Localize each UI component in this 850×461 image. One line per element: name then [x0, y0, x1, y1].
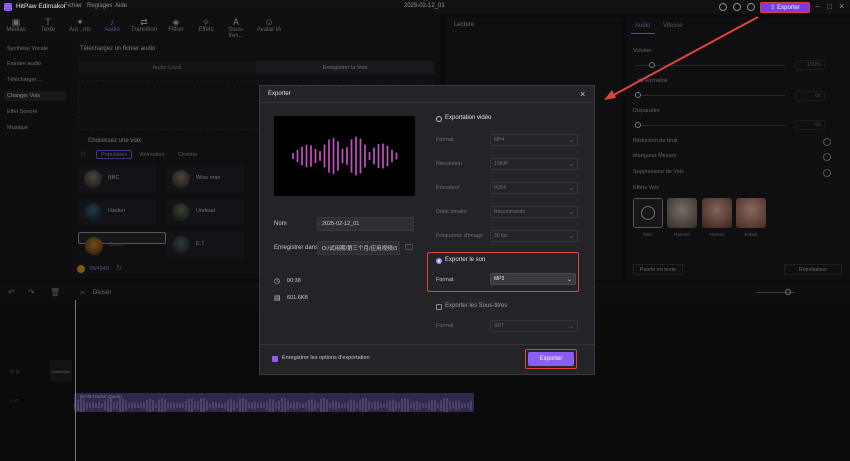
- thumb-wave-bar: [332, 137, 335, 175]
- resolution-label: Résolution: [436, 161, 462, 167]
- thumb-wave-bar: [391, 149, 393, 163]
- thumb-wave-bar: [314, 148, 317, 164]
- chevron-down-icon: ⌄: [568, 162, 574, 168]
- select-value: MP4: [494, 137, 505, 143]
- dialog-export-button[interactable]: Exporter: [528, 352, 574, 366]
- thumb-wave-bar: [368, 152, 371, 160]
- thumb-wave-bar: [350, 139, 353, 173]
- export-top-button[interactable]: ⇪ Exporter: [760, 2, 810, 13]
- thumb-wave-bar: [346, 147, 348, 165]
- thumb-wave-bar: [301, 146, 303, 166]
- chevron-down-icon: ⌄: [566, 277, 572, 283]
- export-thumbnail: [274, 116, 415, 196]
- select-value: MP3: [494, 276, 505, 282]
- menu-fichier[interactable]: Fichier: [64, 3, 82, 9]
- thumb-wave-bar: [292, 153, 294, 159]
- chevron-down-icon: ⌄: [568, 186, 574, 192]
- thumb-wave-bar: [373, 147, 375, 165]
- app-logo: [4, 3, 12, 11]
- minimize-icon[interactable]: −: [815, 2, 820, 11]
- file-size-icon: ▤: [274, 295, 281, 302]
- divider: [260, 102, 594, 103]
- name-input[interactable]: 2025-02-12_01: [317, 217, 414, 231]
- document-title: 2025-02-12_01: [404, 3, 445, 9]
- thumb-wave-bar: [359, 138, 362, 174]
- dialog-close-icon[interactable]: ×: [580, 89, 585, 99]
- duration-value: 00:38: [287, 278, 301, 284]
- resolution-select[interactable]: 1080P ⌄: [490, 158, 578, 170]
- menu-reglages[interactable]: Reglages: [87, 3, 112, 9]
- select-value: Recommandé: [494, 209, 526, 215]
- save-options-label: Enregistrer les options d'exportation: [282, 355, 370, 361]
- sound-wave-graphic: [292, 136, 398, 176]
- thumb-wave-bar: [395, 152, 398, 160]
- export-top-label: Exporter: [777, 4, 800, 11]
- encoder-select[interactable]: H264 ⌄: [490, 182, 578, 194]
- thumb-wave-bar: [377, 143, 380, 169]
- select-value: 30 fps: [494, 233, 508, 239]
- thumb-wave-bar: [328, 139, 330, 173]
- thumb-wave-bar: [386, 145, 389, 167]
- maximize-icon[interactable]: □: [827, 2, 832, 11]
- close-window-icon[interactable]: ×: [839, 1, 844, 11]
- chevron-down-icon: ⌄: [568, 324, 574, 330]
- thumb-wave-bar: [341, 148, 344, 164]
- encoder-label: Encodeur: [436, 185, 460, 191]
- subtitle-format-select[interactable]: SRT ⌄: [490, 320, 578, 332]
- help-icon[interactable]: [719, 3, 727, 11]
- app-name: HitPaw Edimakor: [16, 3, 66, 10]
- chevron-down-icon: ⌄: [568, 138, 574, 144]
- subtitle-export-title: Exporter les Sous-titres: [445, 303, 508, 309]
- thumb-wave-bar: [337, 141, 339, 171]
- save-options-checkbox[interactable]: [272, 356, 278, 362]
- video-format-select[interactable]: MP4 ⌄: [490, 134, 578, 146]
- thumb-wave-bar: [305, 144, 308, 168]
- chevron-down-icon: ⌄: [568, 210, 574, 216]
- subtitle-format-label: Format: [436, 323, 454, 329]
- name-label: Nom: [274, 221, 287, 227]
- dialog-footer-divider: [260, 344, 594, 345]
- select-value: SRT: [494, 323, 504, 329]
- menu-aide[interactable]: Aide: [115, 3, 127, 9]
- dialog-title: Exporter: [268, 91, 291, 97]
- framerate-select[interactable]: 30 fps ⌄: [490, 230, 578, 242]
- save-location-input[interactable]: D:/试用期/第三个月/应用视频/3: [317, 241, 400, 255]
- framerate-label: Fréquence d'image: [436, 233, 483, 239]
- thumb-wave-bar: [364, 144, 366, 168]
- sound-export-radio[interactable]: [436, 258, 442, 264]
- export-icon: ⇪: [770, 5, 776, 11]
- video-format-label: Format: [436, 137, 454, 143]
- folder-icon[interactable]: 🗀: [405, 242, 413, 256]
- save-location-label: Enregistrer dans: [274, 245, 319, 251]
- chevron-down-icon: ⌄: [568, 234, 574, 240]
- sound-format-label: Format: [436, 277, 454, 283]
- thumb-wave-bar: [296, 149, 299, 163]
- subtitle-export-checkbox[interactable]: [436, 304, 442, 310]
- video-export-radio[interactable]: [436, 116, 442, 122]
- bitrate-label: Débit binaire: [436, 209, 467, 215]
- thumb-wave-bar: [310, 145, 312, 167]
- thumb-wave-bar: [355, 136, 357, 176]
- thumb-wave-bar: [323, 144, 326, 168]
- account-icon[interactable]: [747, 3, 755, 11]
- bitrate-select[interactable]: Recommandé ⌄: [490, 206, 578, 218]
- export-dialog: Exporter × Nom 2025-02-12_01 Enregistrer…: [259, 85, 595, 375]
- select-value: 1080P: [494, 161, 509, 167]
- thumb-wave-bar: [319, 151, 321, 161]
- clock-icon: ◷: [274, 278, 281, 285]
- file-size-value: 601.6KB: [287, 295, 309, 301]
- video-export-title: Exportation vidéo: [445, 115, 492, 121]
- sound-format-select[interactable]: MP3 ⌄: [490, 273, 576, 285]
- sound-export-title: Exporter le son: [445, 257, 486, 263]
- select-value: H264: [494, 185, 506, 191]
- notification-icon[interactable]: [733, 3, 741, 11]
- app-window: HitPaw Edimakor Fichier Reglages Aide 20…: [0, 0, 850, 461]
- thumb-wave-bar: [382, 143, 384, 169]
